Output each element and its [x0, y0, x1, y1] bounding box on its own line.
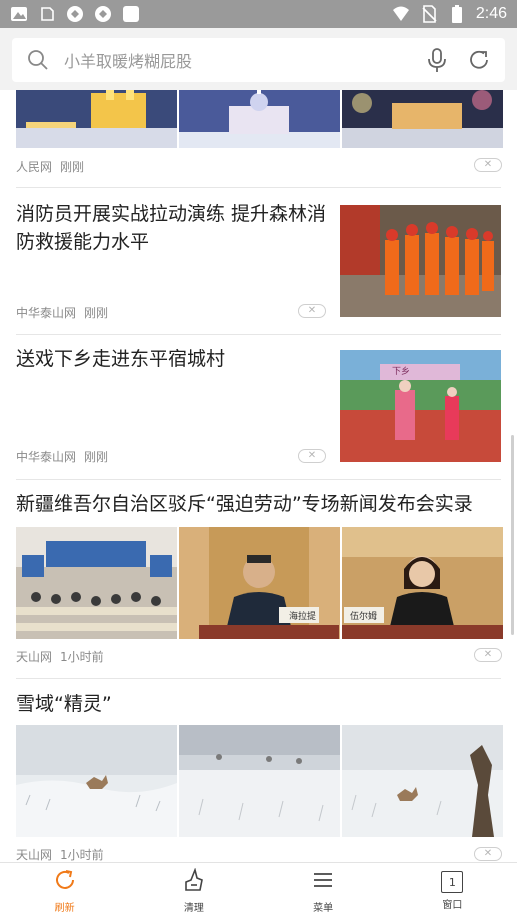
- news-title[interactable]: 新疆维吾尔自治区驳斥“强迫劳动”专场新闻发布会实录: [16, 490, 501, 518]
- name-plate: 海拉提: [289, 612, 317, 622]
- divider: [16, 334, 501, 335]
- search-input[interactable]: 小羊取暖烤糊屁股: [64, 48, 409, 72]
- news-time: 刚刚: [84, 306, 109, 320]
- news-title[interactable]: 消防员开展实战拉动演练 提升森林消 防救援能力水平: [16, 200, 336, 256]
- no-sim-icon: [420, 5, 438, 23]
- app-icon: [10, 5, 28, 23]
- close-icon: ✕: [483, 159, 493, 170]
- dismiss-button[interactable]: ✕: [298, 449, 326, 463]
- dismiss-button[interactable]: ✕: [474, 158, 502, 172]
- news-source: 天山网: [16, 848, 53, 862]
- news-meta: 中华泰山网 刚刚: [16, 448, 108, 465]
- outline-icon: [38, 5, 56, 23]
- reload-icon[interactable]: [465, 46, 493, 74]
- news-photo-night-lights: [342, 90, 503, 200]
- news-meta: 人民网 刚刚: [16, 158, 84, 175]
- search-icon: [24, 46, 52, 74]
- news-meta: 天山网 1小时前: [16, 846, 104, 862]
- news-image-row[interactable]: [16, 725, 503, 837]
- battery-icon: [448, 5, 466, 23]
- news-photo-ice-castle: [16, 90, 177, 200]
- news-title[interactable]: 送戏下乡走进东平宿城村: [16, 345, 336, 373]
- status-bar: 2:46: [0, 0, 517, 28]
- news-time: 1小时前: [60, 650, 104, 664]
- news-time: 刚刚: [84, 450, 109, 464]
- bottom-toolbar: 刷新 清理 菜单 1 窗口: [0, 862, 517, 919]
- banner-text: 下乡: [392, 367, 411, 377]
- dismiss-button[interactable]: ✕: [474, 648, 502, 662]
- news-meta: 中华泰山网 刚刚: [16, 304, 108, 321]
- square-icon: [122, 5, 140, 23]
- news-source: 中华泰山网: [16, 450, 77, 464]
- name-plate: 伍尔姆: [350, 612, 378, 622]
- news-time: 刚刚: [60, 160, 85, 174]
- news-photo-snow-field: [179, 725, 340, 837]
- divider: [16, 479, 501, 480]
- tab-label: 清理: [183, 903, 204, 914]
- divider: [16, 187, 501, 188]
- window-icon: 1: [441, 871, 464, 893]
- tab-label: 菜单: [313, 903, 334, 914]
- news-time: 1小时前: [60, 848, 104, 862]
- scrollbar[interactable]: [511, 435, 514, 635]
- news-source: 天山网: [16, 650, 53, 664]
- wifi-icon: [392, 5, 410, 23]
- dismiss-button[interactable]: ✕: [474, 847, 502, 861]
- news-photo-snow-tree: [342, 725, 503, 837]
- news-source: 中华泰山网: [16, 306, 77, 320]
- news-photo-speaker-1: 海拉提: [179, 527, 340, 639]
- network-icon: [66, 5, 84, 23]
- news-meta: 天山网 1小时前: [16, 648, 104, 665]
- news-image-row[interactable]: 海拉提 伍尔姆: [16, 527, 503, 639]
- close-icon: ✕: [483, 848, 493, 859]
- news-image-row[interactable]: [16, 90, 503, 200]
- microphone-icon[interactable]: [423, 46, 451, 74]
- menu-icon: [311, 868, 335, 896]
- news-photo-press-hall: [16, 527, 177, 639]
- search-area: 小羊取暖烤糊屁股: [0, 28, 517, 90]
- tab-label: 窗口: [442, 900, 463, 911]
- refresh-button[interactable]: 刷新: [0, 863, 129, 919]
- news-photo-speaker-2: 伍尔姆: [342, 527, 503, 639]
- divider: [16, 678, 501, 679]
- refresh-icon: [53, 868, 77, 896]
- news-photo-church: [179, 90, 340, 200]
- news-thumbnail-opera[interactable]: 下乡: [340, 350, 501, 462]
- search-bar[interactable]: 小羊取暖烤糊屁股: [12, 38, 505, 82]
- news-thumbnail-firefighters[interactable]: [340, 205, 501, 317]
- close-icon: ✕: [483, 649, 493, 660]
- news-photo-snow-deer: [16, 725, 177, 837]
- menu-button[interactable]: 菜单: [259, 863, 388, 919]
- close-icon: ✕: [307, 305, 317, 316]
- news-title[interactable]: 雪域“精灵”: [16, 690, 501, 718]
- dismiss-button[interactable]: ✕: [298, 304, 326, 318]
- broom-icon: [182, 867, 206, 896]
- clock: 2:46: [475, 5, 507, 22]
- close-icon: ✕: [307, 450, 317, 461]
- network-icon: [94, 5, 112, 23]
- news-source: 人民网: [16, 160, 53, 174]
- window-button[interactable]: 1 窗口: [388, 863, 517, 919]
- tab-label: 刷新: [54, 903, 75, 914]
- window-count: 1: [448, 875, 456, 889]
- clean-button[interactable]: 清理: [129, 863, 258, 919]
- news-feed[interactable]: 人民网 刚刚 ✕ 消防员开展实战拉动演练 提升森林消 防救援能力水平 中华泰山网…: [0, 90, 517, 862]
